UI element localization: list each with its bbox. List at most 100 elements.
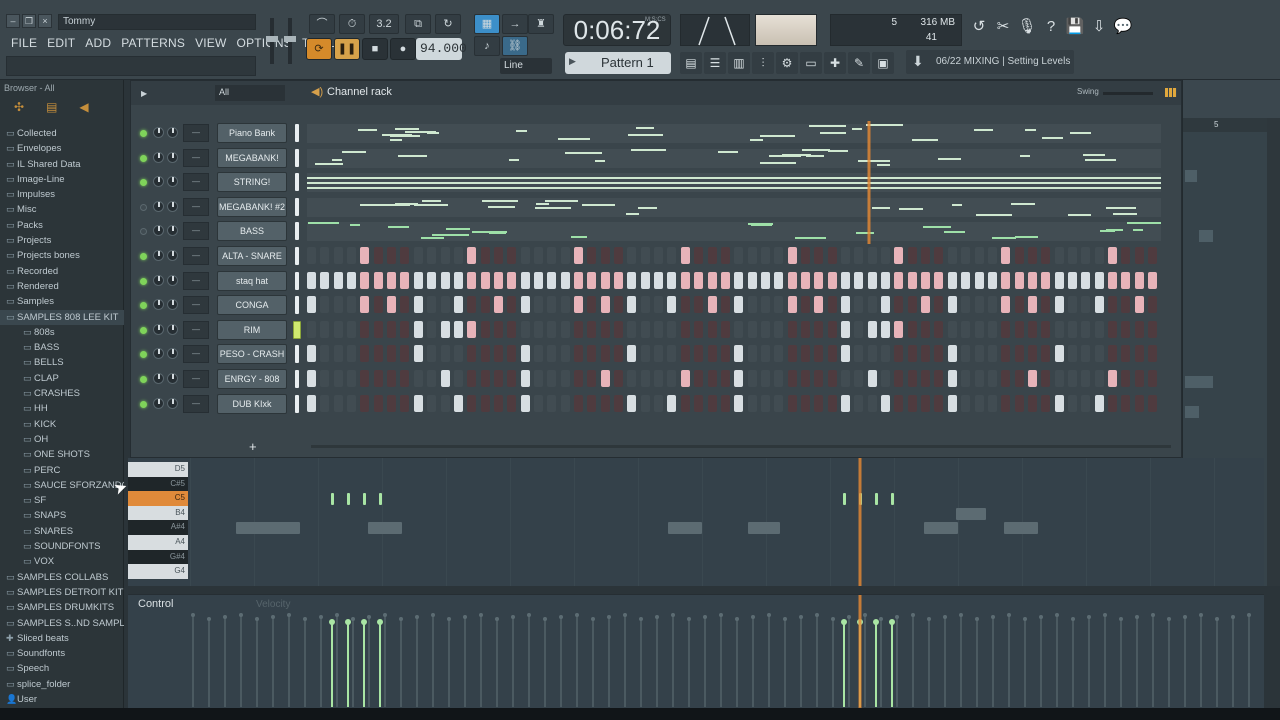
step-button[interactable]	[627, 247, 637, 264]
step-button[interactable]	[467, 296, 477, 314]
step-button[interactable]	[867, 271, 877, 289]
step-button[interactable]	[894, 320, 904, 338]
velocity-handle[interactable]	[367, 615, 371, 619]
step-button[interactable]	[427, 394, 437, 412]
step-button[interactable]	[333, 345, 343, 363]
paint-tool-icon[interactable]: ♪	[474, 36, 500, 56]
step-button[interactable]	[934, 370, 944, 387]
step-button[interactable]	[814, 271, 824, 289]
step-button[interactable]	[307, 271, 316, 289]
step-button[interactable]	[360, 271, 370, 289]
velocity-handle[interactable]	[1215, 617, 1219, 621]
step-button[interactable]	[827, 345, 837, 363]
step-button[interactable]	[867, 296, 877, 314]
step-button[interactable]	[720, 370, 730, 387]
channel-rack-icon[interactable]: ▥	[728, 52, 750, 74]
step-button[interactable]	[520, 345, 530, 363]
step-button[interactable]	[1121, 370, 1131, 387]
step-button[interactable]	[760, 394, 770, 412]
step-button[interactable]	[400, 320, 410, 338]
channel-select-indicator[interactable]	[295, 271, 299, 290]
velocity-bar[interactable]	[1247, 613, 1251, 707]
cut-icon[interactable]: ✂	[992, 16, 1014, 38]
step-button[interactable]	[387, 320, 397, 338]
step-button[interactable]	[560, 320, 570, 338]
step-button[interactable]	[600, 320, 610, 338]
mixer-track-selector[interactable]: —	[183, 222, 209, 241]
velocity-handle[interactable]	[889, 619, 895, 625]
step-button[interactable]	[520, 320, 530, 338]
step-button[interactable]	[360, 247, 370, 264]
step-button[interactable]	[587, 345, 597, 363]
browser-file-icon[interactable]: ▤	[46, 100, 57, 118]
channel-select-indicator[interactable]	[295, 148, 299, 167]
velocity-handle[interactable]	[1183, 615, 1187, 619]
step-button[interactable]	[680, 394, 690, 412]
step-button[interactable]	[600, 247, 610, 264]
velocity-handle[interactable]	[841, 619, 847, 625]
step-button[interactable]	[774, 394, 784, 412]
velocity-handle[interactable]	[831, 617, 835, 621]
step-button[interactable]	[760, 370, 770, 387]
step-button[interactable]	[1041, 296, 1051, 314]
velocity-handle[interactable]	[751, 615, 755, 619]
piano-key[interactable]: C#5	[128, 476, 188, 492]
step-button[interactable]	[400, 345, 410, 363]
velocity-bar[interactable]	[527, 613, 531, 707]
step-button[interactable]	[974, 247, 984, 264]
velocity-bar[interactable]	[959, 613, 963, 707]
channel-volume-knob[interactable]	[167, 323, 178, 335]
step-button[interactable]	[640, 320, 650, 338]
step-button[interactable]	[400, 247, 410, 264]
browser-item[interactable]: ▭ Projects	[0, 233, 124, 248]
countdown-counter[interactable]: 3.2	[369, 14, 399, 34]
velocity-bar[interactable]	[889, 619, 895, 707]
channel-name-button[interactable]: ALTA - SNARE	[217, 246, 287, 266]
step-button[interactable]	[694, 296, 704, 314]
step-button[interactable]	[934, 247, 944, 264]
step-button[interactable]	[667, 394, 677, 412]
step-button[interactable]	[841, 394, 850, 412]
step-button[interactable]	[987, 271, 997, 289]
channel-pan-knob[interactable]	[153, 274, 164, 286]
step-button[interactable]	[827, 394, 837, 412]
velocity-handle[interactable]	[415, 615, 419, 619]
step-button[interactable]	[947, 345, 957, 363]
step-button[interactable]	[987, 296, 997, 314]
step-button[interactable]	[934, 394, 944, 412]
step-button[interactable]	[427, 271, 437, 289]
step-button[interactable]	[1094, 296, 1104, 314]
browser-item[interactable]: ▭ Collected	[0, 126, 124, 141]
step-button[interactable]	[654, 345, 664, 363]
step-button[interactable]	[453, 370, 463, 387]
velocity-handle[interactable]	[383, 613, 387, 617]
step-button[interactable]	[774, 320, 784, 338]
velocity-bar[interactable]	[239, 613, 243, 707]
step-button[interactable]	[627, 271, 637, 289]
velocity-bar[interactable]	[975, 617, 979, 707]
step-button[interactable]	[1134, 370, 1144, 387]
browser-item[interactable]: ▭ Rendered	[0, 279, 124, 294]
step-button[interactable]	[574, 271, 583, 289]
step-button[interactable]	[921, 271, 931, 289]
step-button[interactable]	[774, 345, 784, 363]
step-button[interactable]	[520, 271, 530, 289]
browser-item[interactable]: ▭ SAMPLES DETROIT KITS	[0, 585, 124, 600]
step-button[interactable]	[867, 394, 877, 412]
step-button[interactable]	[1054, 271, 1064, 289]
step-button[interactable]	[667, 296, 677, 314]
step-button[interactable]	[427, 370, 437, 387]
channel-name-button[interactable]: DUB KIxk	[217, 393, 287, 414]
step-button[interactable]	[907, 296, 917, 314]
menu-item-edit[interactable]: EDIT	[42, 34, 80, 52]
velocity-handle[interactable]	[799, 615, 803, 619]
step-button[interactable]	[347, 247, 357, 264]
note[interactable]	[843, 493, 846, 505]
step-button[interactable]	[921, 370, 931, 387]
step-button[interactable]	[734, 247, 744, 264]
step-button[interactable]	[493, 296, 503, 314]
velocity-bar[interactable]	[511, 615, 515, 707]
step-button[interactable]	[921, 394, 931, 412]
step-button[interactable]	[734, 271, 744, 289]
step-button[interactable]	[1001, 296, 1011, 314]
